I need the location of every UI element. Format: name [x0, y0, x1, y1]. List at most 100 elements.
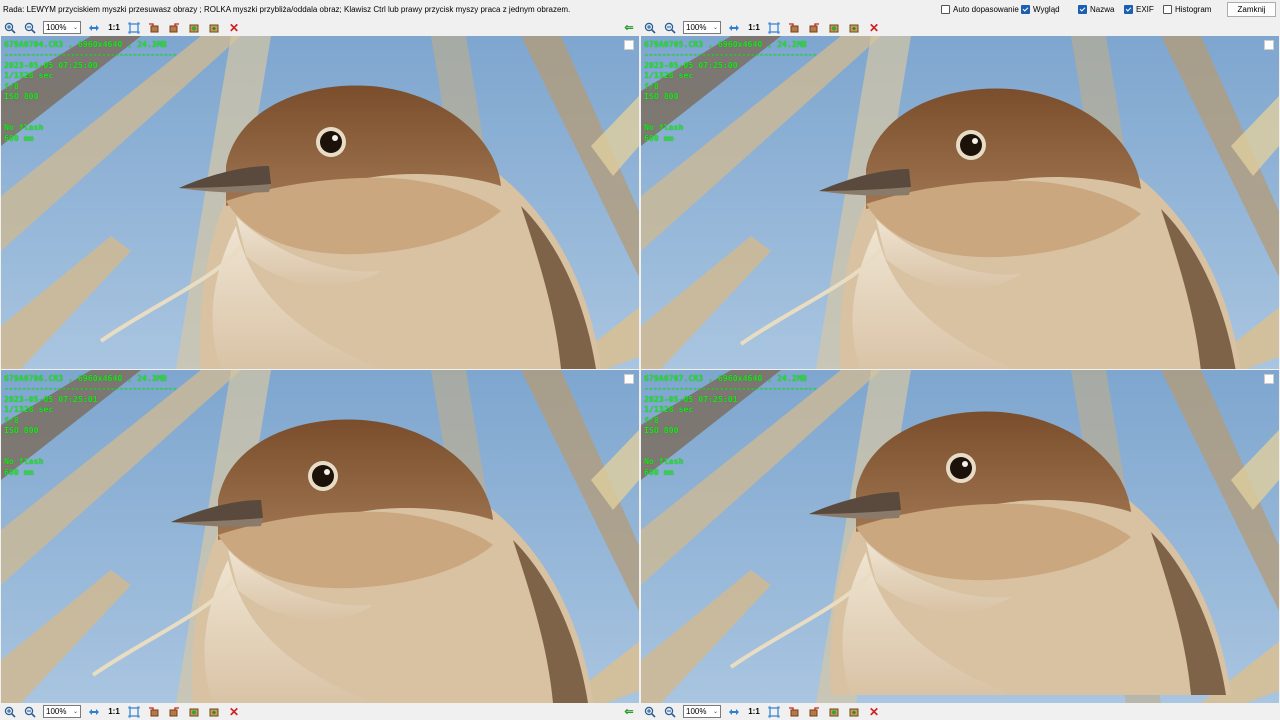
rotate-left-icon[interactable] [144, 19, 164, 36]
aperture: f/8 [644, 414, 659, 425]
separator-line: --------------------------------------- [644, 383, 817, 394]
auto-fit-option[interactable]: Auto dopasowanie [941, 5, 1019, 14]
actual-size-button[interactable]: 1:1 [104, 23, 124, 32]
fit-screen-icon[interactable] [764, 703, 784, 720]
image-dimensions: 6960x4640 [77, 39, 123, 49]
compare-icon[interactable] [204, 703, 224, 720]
fit-arrows-icon[interactable] [84, 19, 104, 36]
file-size: 24.3MB [137, 39, 167, 49]
select-image-checkbox[interactable] [1264, 40, 1274, 50]
zoom-out-icon[interactable] [660, 703, 680, 720]
file-size: 24.3MB [137, 373, 167, 383]
zoom-value: 100% [686, 707, 707, 716]
fit-arrows-icon[interactable] [724, 703, 744, 720]
zoom-in-icon[interactable] [0, 19, 20, 36]
actual-size-button[interactable]: 1:1 [104, 707, 124, 716]
histogram-label: Histogram [1175, 5, 1212, 14]
shutter-speed: 1/1328 sec [4, 70, 54, 81]
rotate-right-icon[interactable] [164, 19, 184, 36]
file-name: 679A0704.CR3 [4, 39, 64, 49]
rotate-left-icon[interactable] [784, 19, 804, 36]
zoom-in-icon[interactable] [640, 19, 660, 36]
image-panel-4[interactable]: 679A0707.CR3 , 6960x4640 , 24.2MB ------… [641, 370, 1279, 703]
toolbar-top-right: 100% ⌄ 1:1 ✕ [640, 19, 884, 36]
sync-arrow-icon[interactable]: ⇐ [622, 19, 636, 36]
zoom-out-icon[interactable] [20, 703, 40, 720]
appearance-label: Wygląd [1033, 5, 1060, 14]
sync-arrow-icon[interactable]: ⇐ [622, 703, 636, 720]
compare-icon[interactable] [844, 703, 864, 720]
capture-datetime: 2023-05-05 07:25:01 [644, 393, 738, 404]
delete-icon[interactable]: ✕ [864, 703, 884, 720]
zoom-in-icon[interactable] [0, 703, 20, 720]
exif-overlay: 679A0707.CR3 , 6960x4640 , 24.2MB ------… [644, 373, 817, 477]
actual-size-button[interactable]: 1:1 [744, 23, 764, 32]
zoom-in-icon[interactable] [640, 703, 660, 720]
close-button[interactable]: Zamknij [1227, 2, 1276, 17]
file-size: 24.2MB [777, 39, 807, 49]
separator-line: --------------------------------------- [4, 383, 177, 394]
name-option[interactable]: Nazwa [1078, 5, 1114, 14]
focal-length: 600 mm [644, 132, 674, 143]
appearance-option[interactable]: Wygląd [1021, 5, 1060, 14]
fit-arrows-icon[interactable] [724, 19, 744, 36]
shutter-speed: 1/1328 sec [644, 404, 694, 415]
zoom-select[interactable]: 100% ⌄ [43, 705, 81, 718]
aperture: f/8 [644, 80, 659, 91]
select-image-checkbox[interactable] [624, 374, 634, 384]
toolbar-bottom-left: 100% ⌄ 1:1 ✕ [0, 703, 244, 720]
compare-icon[interactable] [204, 19, 224, 36]
zoom-select[interactable]: 100% ⌄ [43, 21, 81, 34]
fit-screen-icon[interactable] [124, 19, 144, 36]
fit-arrows-icon[interactable] [84, 703, 104, 720]
exif-checkbox[interactable] [1124, 5, 1133, 14]
flip-icon[interactable] [824, 703, 844, 720]
auto-fit-label: Auto dopasowanie [953, 5, 1019, 14]
chevron-down-icon: ⌄ [712, 25, 718, 31]
zoom-out-icon[interactable] [20, 19, 40, 36]
select-image-checkbox[interactable] [624, 40, 634, 50]
image-dimensions: 6960x4640 [77, 373, 123, 383]
aperture: f/8 [4, 80, 19, 91]
file-size: 24.2MB [777, 373, 807, 383]
top-bar: Rada: LEWYM przyciskiem myszki przesuwas… [0, 0, 1280, 19]
rotate-right-icon[interactable] [804, 703, 824, 720]
zoom-select[interactable]: 100% ⌄ [683, 705, 721, 718]
flash-status: No flash [4, 456, 44, 467]
separator-line: --------------------------------------- [4, 49, 177, 60]
flash-status: No flash [4, 122, 44, 133]
select-image-checkbox[interactable] [1264, 374, 1274, 384]
capture-datetime: 2023-05-05 07:25:00 [644, 59, 738, 70]
exif-overlay: 679A0705.CR3 , 6960x4640 , 24.2MB ------… [644, 39, 817, 143]
iso-value: ISO 800 [4, 425, 39, 436]
exif-option[interactable]: EXIF [1124, 5, 1154, 14]
flip-icon[interactable] [184, 19, 204, 36]
name-checkbox[interactable] [1078, 5, 1087, 14]
flash-status: No flash [644, 456, 684, 467]
histogram-option[interactable]: Histogram [1163, 5, 1211, 14]
rotate-right-icon[interactable] [164, 703, 184, 720]
histogram-checkbox[interactable] [1163, 5, 1172, 14]
zoom-select[interactable]: 100% ⌄ [683, 21, 721, 34]
delete-icon[interactable]: ✕ [224, 703, 244, 720]
compare-icon[interactable] [844, 19, 864, 36]
zoom-out-icon[interactable] [660, 19, 680, 36]
actual-size-button[interactable]: 1:1 [744, 707, 764, 716]
rotate-left-icon[interactable] [784, 703, 804, 720]
rotate-left-icon[interactable] [144, 703, 164, 720]
delete-icon[interactable]: ✕ [224, 19, 244, 36]
zoom-value: 100% [46, 23, 67, 32]
fit-screen-icon[interactable] [764, 19, 784, 36]
fit-screen-icon[interactable] [124, 703, 144, 720]
image-panel-3[interactable]: 679A0706.CR3 , 6960x4640 , 24.3MB ------… [1, 370, 639, 703]
name-label: Nazwa [1090, 5, 1115, 14]
image-panel-2[interactable]: 679A0705.CR3 , 6960x4640 , 24.2MB ------… [641, 36, 1279, 369]
delete-icon[interactable]: ✕ [864, 19, 884, 36]
appearance-checkbox[interactable] [1021, 5, 1030, 14]
rotate-right-icon[interactable] [804, 19, 824, 36]
file-name: 679A0707.CR3 [644, 373, 704, 383]
flip-icon[interactable] [824, 19, 844, 36]
image-panel-1[interactable]: 679A0704.CR3 , 6960x4640 , 24.3MB ------… [1, 36, 639, 369]
auto-fit-checkbox[interactable] [941, 5, 950, 14]
flip-icon[interactable] [184, 703, 204, 720]
